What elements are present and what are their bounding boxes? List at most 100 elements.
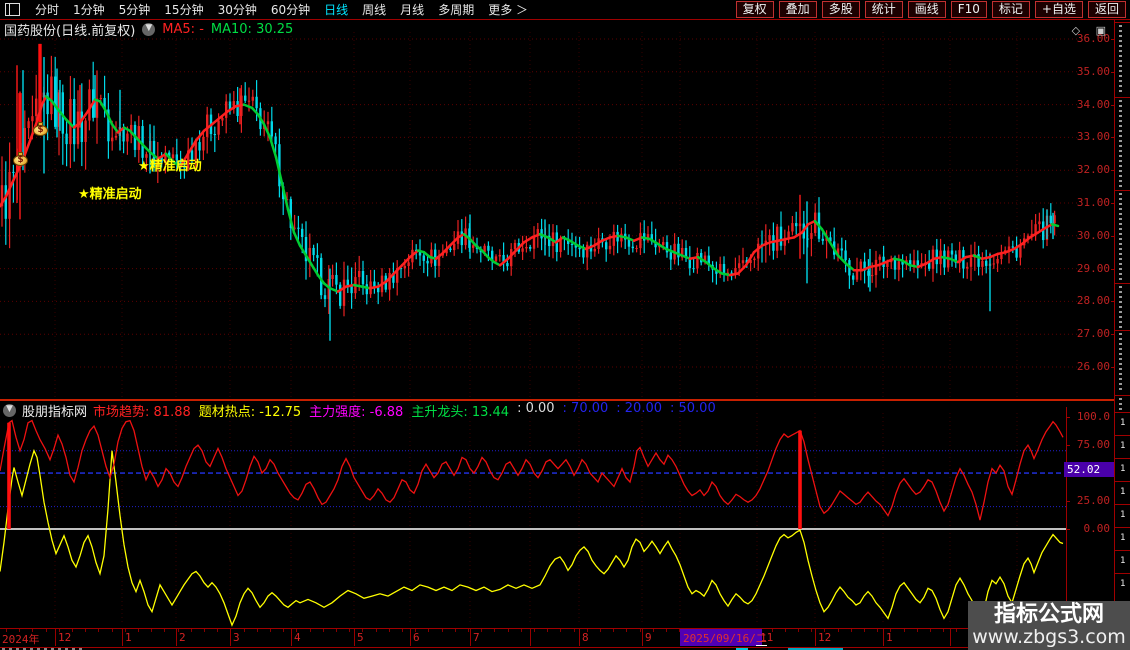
indicator-value-4: : 0.00 xyxy=(517,401,555,416)
signal-text: ★精准启动 xyxy=(138,159,202,174)
axis-border xyxy=(1066,407,1067,628)
date-label: 9 xyxy=(645,631,652,644)
strip-digit: 1 xyxy=(1120,556,1126,566)
week-tick xyxy=(217,629,218,632)
period-tab-1分钟[interactable]: 1分钟 xyxy=(73,1,105,18)
period-tab-月线[interactable]: 月线 xyxy=(400,1,424,18)
week-tick xyxy=(547,629,548,632)
week-tick xyxy=(574,629,575,632)
chevron-down-icon[interactable]: ▼ xyxy=(142,23,156,36)
layout-grid-icon[interactable] xyxy=(5,3,20,16)
series-题材热点 xyxy=(0,448,1064,628)
toolbar-button-返回[interactable]: 返回 xyxy=(1087,1,1126,18)
toolbar-button-+自选[interactable]: +自选 xyxy=(1034,1,1083,18)
week-tick xyxy=(877,629,878,632)
vertical-label-text[interactable] xyxy=(1119,286,1122,328)
week-tick xyxy=(666,629,667,632)
period-tab-60分钟[interactable]: 60分钟 xyxy=(271,1,310,18)
date-label: 2 xyxy=(179,631,186,644)
week-tick xyxy=(864,629,865,632)
price-axis-label: 29.00 xyxy=(1076,261,1110,275)
week-tick xyxy=(640,629,641,632)
week-tick xyxy=(442,629,443,632)
indicator-value-7: : 50.00 xyxy=(670,401,716,416)
price-axis-label: 32.00 xyxy=(1076,163,1110,177)
date-axis[interactable]: 2024年 12 1 2 3 4 5 6 7 8 9 11 12 1 2025/09/16/二 xyxy=(0,628,1130,648)
price-gridlines xyxy=(0,38,1080,368)
strip-divider xyxy=(1115,330,1130,331)
week-tick xyxy=(310,629,311,632)
toolbar-button-画线[interactable]: 画线 xyxy=(907,1,946,18)
stock-title: 国药股份(日线.前复权) xyxy=(4,24,136,39)
date-label: 1 xyxy=(125,631,132,644)
period-tab-日线[interactable]: 日线 xyxy=(324,1,348,18)
week-tick xyxy=(244,629,245,632)
month-separator xyxy=(291,629,292,646)
strip-divider xyxy=(1115,435,1130,436)
strip-divider xyxy=(1115,22,1130,23)
vertical-label-text[interactable] xyxy=(1119,398,1122,410)
price-axis-label: 35.00 xyxy=(1076,64,1110,78)
indicator-value-0: 市场趋势: 81.88 xyxy=(93,405,191,420)
candlestick-chart[interactable] xyxy=(0,20,1080,400)
week-tick xyxy=(336,629,337,632)
indicator-values: 市场趋势: 81.88 题材热点: -12.75 主力强度: -6.88 主升龙头: … xyxy=(93,401,716,420)
ma10-legend: MA10: 30.25 xyxy=(210,22,294,37)
vertical-label-text[interactable] xyxy=(1119,25,1122,95)
period-tab-周线[interactable]: 周线 xyxy=(362,1,386,18)
vertical-label-text[interactable] xyxy=(1119,333,1122,393)
week-tick xyxy=(85,629,86,632)
indicator-axis-label: 100.0 xyxy=(1076,410,1110,424)
period-tab-更多 ＞[interactable]: 更多 ＞ xyxy=(488,1,528,18)
month-separator xyxy=(176,629,177,646)
period-tab-30分钟[interactable]: 30分钟 xyxy=(218,1,257,18)
price-axis-label: 27.00 xyxy=(1076,327,1110,341)
indicator-header: ▼ 股朋指标网 市场趋势: 81.88 题材热点: -12.75 主力强度: -6.… xyxy=(3,401,716,420)
watermark: 指标公式网 www.zbgs3.com xyxy=(968,601,1130,650)
toolbar-button-多股[interactable]: 多股 xyxy=(821,1,860,18)
indicator-value-1: 题材热点: -12.75 xyxy=(198,405,302,420)
period-tab-5分钟[interactable]: 5分钟 xyxy=(119,1,151,18)
crosshair-weekday: 二 xyxy=(755,632,767,646)
price-axis-label: 33.00 xyxy=(1076,130,1110,144)
strip-digit: 1 xyxy=(1120,464,1126,474)
money-bag-icon: $ xyxy=(33,122,48,136)
vertical-text-strip[interactable]: 1 1 1 1 1 1 1 1 xyxy=(1115,20,1130,650)
week-tick xyxy=(389,629,390,632)
week-tick xyxy=(376,629,377,632)
date-label: 1 xyxy=(886,631,893,644)
week-tick xyxy=(798,629,799,632)
date-label: 4 xyxy=(294,631,301,644)
date-label: 2024年 xyxy=(2,633,40,646)
vertical-label-text[interactable] xyxy=(1119,100,1122,188)
toolbar-button-F10[interactable]: F10 xyxy=(950,1,987,18)
week-tick xyxy=(323,629,324,632)
crosshair-date-badge: 2025/09/16/二 xyxy=(680,629,767,646)
period-tab-多周期[interactable]: 多周期 xyxy=(438,1,474,18)
date-label: 5 xyxy=(357,631,364,644)
week-tick xyxy=(613,629,614,632)
signal-bars xyxy=(7,422,802,529)
period-tab-分时[interactable]: 分时 xyxy=(35,1,59,18)
strip-digit: 1 xyxy=(1120,441,1126,451)
period-tabs: 分时 1分钟 5分钟 15分钟 30分钟 60分钟 日线 周线 月线 多周期 更多 ＞ xyxy=(28,1,535,18)
toolbar-button-统计[interactable]: 统计 xyxy=(864,1,903,18)
period-tab-15分钟[interactable]: 15分钟 xyxy=(164,1,203,18)
indicator-value-3: 主升龙头: 13.44 xyxy=(411,405,510,420)
ma5-legend: MA5: - xyxy=(162,22,204,37)
value-marker: 52.02 xyxy=(1064,462,1114,477)
vertical-label-text[interactable] xyxy=(1119,193,1122,281)
week-tick xyxy=(560,629,561,632)
month-separator xyxy=(354,629,355,646)
toolbar-button-标记[interactable]: 标记 xyxy=(991,1,1030,18)
toolbar-button-叠加[interactable]: 叠加 xyxy=(778,1,817,18)
toolbar-button-复权[interactable]: 复权 xyxy=(735,1,774,18)
watermark-site-name: 指标公式网 xyxy=(993,602,1104,627)
indicator-chart[interactable] xyxy=(0,405,1066,630)
indicator-title: 股朋指标网 xyxy=(22,405,88,420)
candles xyxy=(0,55,1056,317)
chart-corner-icons[interactable]: ◇ ▣ xyxy=(1072,24,1112,37)
money-bag-icon: $ xyxy=(13,152,28,166)
month-separator xyxy=(579,629,580,646)
chevron-down-icon[interactable]: ▼ xyxy=(3,404,16,417)
